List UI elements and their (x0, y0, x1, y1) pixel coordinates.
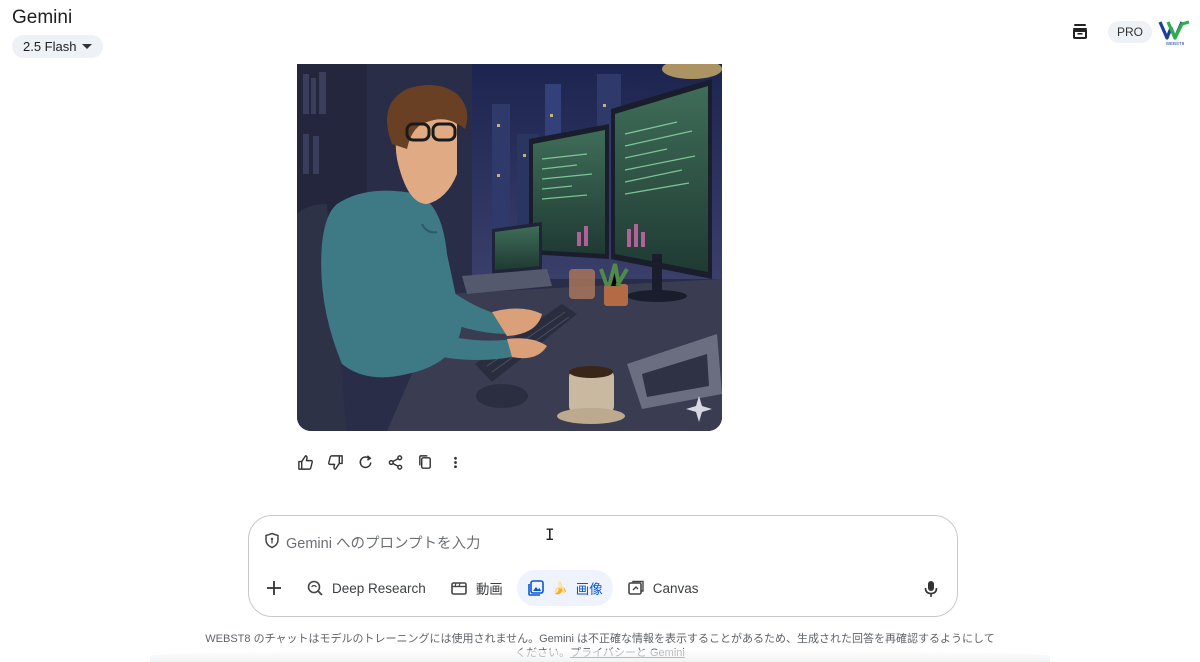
banana-icon: 🍌 (552, 581, 568, 595)
deep-research-button[interactable]: Deep Research (296, 570, 436, 606)
model-selector[interactable]: 2.5 Flash (12, 35, 104, 58)
thumbs-down-icon[interactable] (325, 452, 345, 472)
copy-icon[interactable] (415, 452, 435, 472)
canvas-label: Canvas (652, 580, 699, 596)
deep-research-icon (307, 580, 323, 596)
plus-icon (267, 581, 281, 595)
account-logo-text: WEBST8 (1166, 41, 1185, 46)
video-icon (451, 582, 467, 595)
prompt-tools: Deep Research 動画 🍌 画像 Canvas (256, 570, 709, 606)
add-button[interactable] (256, 570, 292, 606)
response-actions (295, 452, 465, 472)
microphone-icon[interactable] (920, 578, 942, 600)
more-vert-icon[interactable] (445, 452, 465, 472)
text-cursor-icon: I (545, 525, 555, 544)
deep-research-label: Deep Research (332, 580, 426, 596)
canvas-button[interactable]: Canvas (617, 570, 709, 606)
prompt-placeholder: Gemini へのプロンプトを入力 (286, 535, 481, 552)
image-label: 画像 (575, 582, 603, 597)
thumbs-up-icon[interactable] (295, 452, 315, 472)
canvas-icon (627, 580, 644, 595)
image-icon (528, 580, 544, 596)
account-avatar[interactable]: WEBST8 (1158, 18, 1192, 46)
generated-image[interactable] (297, 64, 722, 431)
chevron-down-icon (82, 44, 93, 49)
model-label: 2.5 Flash (23, 39, 77, 54)
prompt-input[interactable]: Gemini へのプロンプトを入力 (264, 531, 904, 553)
video-label: 動画 (475, 582, 503, 597)
regenerate-icon[interactable] (355, 452, 375, 472)
shield-icon (264, 532, 280, 553)
app-title: Gemini (12, 7, 73, 28)
pro-badge[interactable]: PRO (1108, 21, 1153, 43)
bottom-shadow (150, 650, 1050, 662)
video-button[interactable]: 動画 (440, 570, 513, 606)
archive-icon[interactable] (1069, 20, 1091, 42)
share-icon[interactable] (385, 452, 405, 472)
image-button[interactable]: 🍌 画像 (516, 570, 613, 606)
